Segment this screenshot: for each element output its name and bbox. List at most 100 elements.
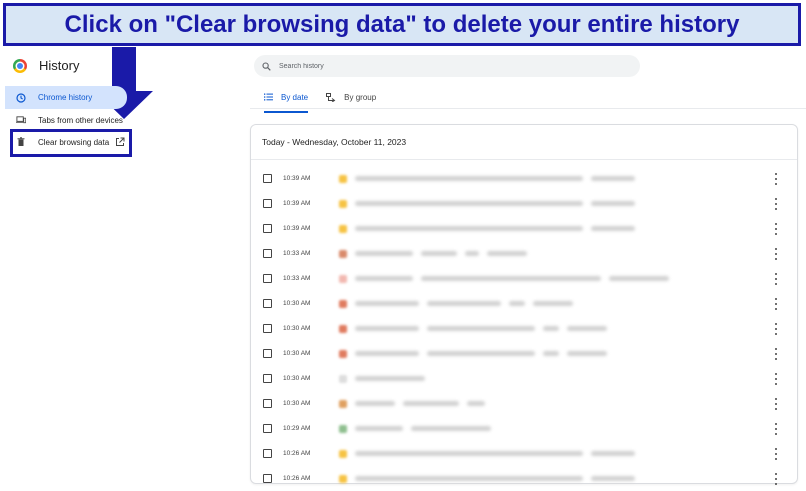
site-favicon-icon: [339, 449, 347, 458]
redacted-title[interactable]: [421, 276, 601, 281]
more-actions-icon[interactable]: [773, 397, 779, 410]
redacted-title[interactable]: [427, 351, 535, 356]
redacted-title[interactable]: [427, 326, 535, 331]
visit-time: 10:39 AM: [283, 200, 311, 207]
site-favicon-icon: [339, 199, 347, 208]
instruction-text: Click on "Clear browsing data" to delete…: [64, 10, 740, 38]
more-actions-icon[interactable]: [773, 222, 779, 235]
highlight-box: [10, 129, 132, 157]
redacted-title[interactable]: [533, 301, 573, 306]
date-header: Today - Wednesday, October 11, 2023: [251, 125, 797, 160]
redacted-title[interactable]: [543, 326, 559, 331]
row-checkbox[interactable]: [263, 349, 272, 358]
tab-by-group[interactable]: By group: [326, 88, 376, 106]
redacted-title[interactable]: [355, 376, 425, 381]
history-row[interactable]: 10:26 AM: [251, 441, 797, 466]
sidebar-item-chrome-history[interactable]: Chrome history: [5, 86, 127, 109]
row-checkbox[interactable]: [263, 174, 272, 183]
redacted-title[interactable]: [591, 226, 635, 231]
redacted-title[interactable]: [543, 351, 559, 356]
redacted-title[interactable]: [427, 301, 501, 306]
chrome-logo-icon: [13, 58, 27, 73]
clock-icon: [16, 92, 26, 103]
row-checkbox[interactable]: [263, 399, 272, 408]
redacted-title[interactable]: [567, 351, 607, 356]
tab-by-date[interactable]: By date: [264, 88, 309, 113]
history-row[interactable]: 10:30 AM: [251, 341, 797, 366]
history-row[interactable]: 10:33 AM: [251, 266, 797, 291]
history-row[interactable]: 10:30 AM: [251, 291, 797, 316]
row-checkbox[interactable]: [263, 449, 272, 458]
row-checkbox[interactable]: [263, 324, 272, 333]
history-row[interactable]: 10:39 AM: [251, 216, 797, 241]
redacted-title[interactable]: [355, 301, 419, 306]
history-row[interactable]: 10:33 AM: [251, 241, 797, 266]
redacted-title[interactable]: [421, 251, 457, 256]
sidebar-item-label: Chrome history: [38, 93, 93, 102]
redacted-title[interactable]: [465, 251, 479, 256]
history-list: 10:39 AM 10:39 AM 10:39 AM 10:33 AM 10:33 AM…: [251, 160, 797, 491]
devices-icon: [16, 115, 26, 125]
search-bar[interactable]: [254, 55, 640, 77]
history-row[interactable]: 10:26 AM: [251, 466, 797, 491]
more-actions-icon[interactable]: [773, 347, 779, 360]
search-input[interactable]: [279, 62, 579, 70]
visit-time: 10:30 AM: [283, 375, 311, 382]
history-row[interactable]: 10:30 AM: [251, 391, 797, 416]
redacted-title[interactable]: [487, 251, 527, 256]
redacted-title[interactable]: [355, 226, 583, 231]
redacted-title[interactable]: [591, 476, 635, 481]
redacted-title[interactable]: [355, 451, 583, 456]
redacted-title[interactable]: [467, 401, 485, 406]
history-row[interactable]: 10:30 AM: [251, 366, 797, 391]
history-row[interactable]: 10:30 AM: [251, 316, 797, 341]
redacted-title[interactable]: [591, 201, 635, 206]
site-favicon-icon: [339, 324, 347, 333]
redacted-title[interactable]: [591, 176, 635, 181]
row-checkbox[interactable]: [263, 374, 272, 383]
more-actions-icon[interactable]: [773, 372, 779, 385]
row-checkbox[interactable]: [263, 199, 272, 208]
history-row[interactable]: 10:39 AM: [251, 191, 797, 216]
row-checkbox[interactable]: [263, 224, 272, 233]
redacted-title[interactable]: [355, 351, 419, 356]
redacted-title[interactable]: [609, 276, 669, 281]
redacted-title[interactable]: [355, 426, 403, 431]
redacted-title[interactable]: [355, 176, 583, 181]
more-actions-icon[interactable]: [773, 322, 779, 335]
row-checkbox[interactable]: [263, 249, 272, 258]
redacted-title[interactable]: [355, 326, 419, 331]
history-row[interactable]: 10:39 AM: [251, 166, 797, 191]
more-actions-icon[interactable]: [773, 197, 779, 210]
row-checkbox[interactable]: [263, 299, 272, 308]
visit-time: 10:30 AM: [283, 300, 311, 307]
more-actions-icon[interactable]: [773, 172, 779, 185]
site-favicon-icon: [339, 399, 347, 408]
site-favicon-icon: [339, 174, 347, 183]
history-row[interactable]: 10:29 AM: [251, 416, 797, 441]
more-actions-icon[interactable]: [773, 447, 779, 460]
visit-time: 10:33 AM: [283, 250, 311, 257]
more-actions-icon[interactable]: [773, 272, 779, 285]
redacted-title[interactable]: [355, 251, 413, 256]
redacted-title[interactable]: [355, 401, 395, 406]
more-actions-icon[interactable]: [773, 297, 779, 310]
app-header: History: [13, 58, 79, 73]
row-checkbox[interactable]: [263, 424, 272, 433]
visit-time: 10:39 AM: [283, 225, 311, 232]
redacted-title[interactable]: [591, 451, 635, 456]
more-actions-icon[interactable]: [773, 247, 779, 260]
sidebar-item-tabs-from-other-devices[interactable]: Tabs from other devices: [5, 109, 127, 131]
more-actions-icon[interactable]: [773, 472, 779, 485]
redacted-title[interactable]: [567, 326, 607, 331]
redacted-title[interactable]: [509, 301, 525, 306]
redacted-title[interactable]: [411, 426, 491, 431]
more-actions-icon[interactable]: [773, 422, 779, 435]
redacted-title[interactable]: [355, 476, 583, 481]
redacted-title[interactable]: [355, 276, 413, 281]
site-favicon-icon: [339, 274, 347, 283]
redacted-title[interactable]: [403, 401, 459, 406]
row-checkbox[interactable]: [263, 274, 272, 283]
row-checkbox[interactable]: [263, 474, 272, 483]
redacted-title[interactable]: [355, 201, 583, 206]
